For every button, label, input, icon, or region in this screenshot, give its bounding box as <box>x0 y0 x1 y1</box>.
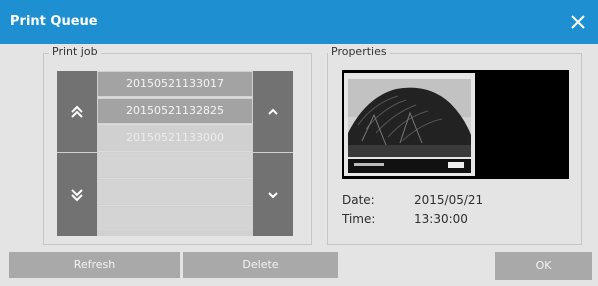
time-value: 13:30:00 <box>414 212 468 226</box>
date-label: Date: <box>342 193 375 207</box>
date-value: 2015/05/21 <box>414 193 484 207</box>
empty-job-slot <box>98 153 252 177</box>
window-title: Print Queue <box>10 14 98 29</box>
properties-label: Properties <box>328 45 390 58</box>
empty-job-slot <box>98 207 252 231</box>
refresh-button[interactable]: Refresh <box>9 252 180 278</box>
close-button[interactable] <box>562 6 594 38</box>
print-preview <box>342 70 569 179</box>
move-down-button[interactable] <box>253 153 293 236</box>
print-job-item[interactable]: 20150521132825 <box>98 99 252 123</box>
row-divider <box>98 97 252 98</box>
delete-button[interactable]: Delete <box>183 252 338 278</box>
preview-page <box>344 73 475 176</box>
row-divider <box>98 205 252 206</box>
title-bar: Print Queue <box>0 0 598 44</box>
print-queue-window: Print Queue Print job 20150521133017 201… <box>0 0 598 286</box>
close-icon <box>571 15 585 29</box>
empty-job-slot <box>98 180 252 204</box>
print-job-item[interactable]: 20150521133000 <box>98 126 252 150</box>
move-up-button[interactable] <box>253 71 293 152</box>
ok-button[interactable]: OK <box>495 252 592 280</box>
move-to-last-button[interactable] <box>57 153 97 236</box>
row-divider <box>98 124 252 125</box>
time-label: Time: <box>342 212 376 226</box>
move-to-first-button[interactable] <box>57 71 97 152</box>
row-divider <box>98 178 252 179</box>
preview-image <box>344 73 475 176</box>
double-chevron-down-icon <box>71 189 83 202</box>
print-job-label: Print job <box>49 45 101 58</box>
chevron-down-icon <box>268 192 278 199</box>
row-divider <box>98 151 252 152</box>
double-chevron-up-icon <box>71 105 83 118</box>
print-job-list: 20150521133017 20150521132825 2015052113… <box>57 71 293 236</box>
chevron-up-icon <box>268 108 278 115</box>
print-job-item[interactable]: 20150521133017 <box>98 72 252 96</box>
